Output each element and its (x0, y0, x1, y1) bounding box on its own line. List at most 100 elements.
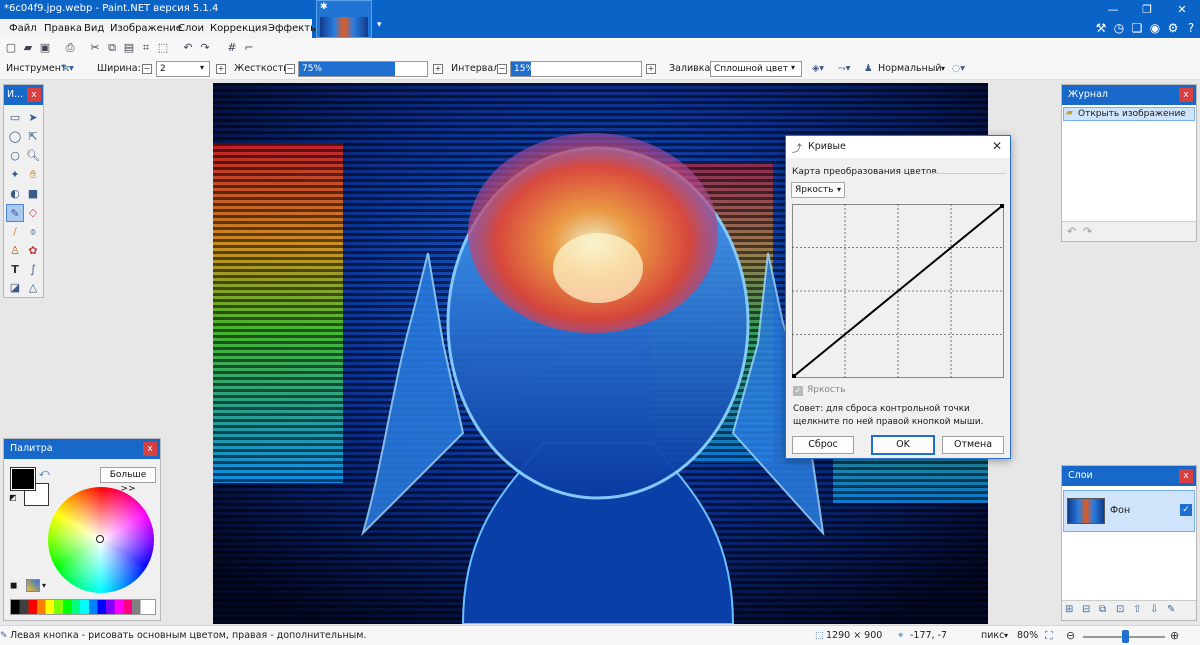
brush-tool-icon[interactable]: ✎▾ (61, 58, 74, 80)
eraser-icon[interactable]: ◇ (24, 204, 42, 222)
gradient-icon[interactable]: ■ (24, 185, 42, 203)
merge-layer-icon[interactable]: ⊡ (1116, 604, 1124, 615)
menu-image[interactable]: Изображение (110, 19, 182, 38)
palette-panel-close-icon[interactable]: x (143, 442, 157, 456)
menu-layers[interactable]: Слои (178, 19, 204, 38)
open-folder-icon[interactable]: ▰ (20, 40, 36, 56)
history-undo-icon[interactable]: ↶ (1067, 225, 1076, 238)
line-curve-icon[interactable]: ∫ (24, 261, 42, 279)
new-file-icon[interactable]: ▢ (3, 40, 19, 56)
zoom-in-icon[interactable]: ⊕ (1170, 626, 1179, 645)
palette-default-icon[interactable]: ◼ (10, 581, 17, 591)
deselect-icon[interactable]: ⬚ (155, 40, 171, 56)
rectangle-select-icon[interactable]: ▭ (6, 109, 24, 127)
redo-icon[interactable]: ↷ (197, 40, 213, 56)
layer-properties-icon[interactable]: ✎ (1167, 604, 1175, 615)
save-icon[interactable]: ▣ (37, 40, 53, 56)
interval-slider[interactable]: 15% (510, 61, 642, 77)
history-item[interactable]: ▰ Открыть изображение (1063, 107, 1195, 121)
curves-mode-select[interactable]: Яркость ▾ (791, 182, 845, 198)
zoom-slider-thumb[interactable] (1122, 630, 1129, 643)
selection-mode-icon[interactable]: ◌▾ (952, 58, 965, 80)
crop-icon[interactable]: ⌗ (138, 40, 154, 56)
alpha-blend-icon[interactable]: ⤳▾ (838, 58, 850, 80)
print-icon[interactable]: ⎙ (62, 40, 78, 56)
interval-increase-button[interactable]: + (646, 64, 656, 74)
history-toggle-icon[interactable]: ◷ (1110, 19, 1128, 37)
add-layer-icon[interactable]: ⊞ (1065, 604, 1073, 615)
hardness-increase-button[interactable]: + (433, 64, 443, 74)
undo-icon[interactable]: ↶ (180, 40, 196, 56)
ruler-icon[interactable]: ⌐ (241, 40, 257, 56)
layers-toggle-icon[interactable]: ❏ (1128, 19, 1146, 37)
settings-gear-icon[interactable]: ⚙ (1164, 19, 1182, 37)
image-tab-thumbnail[interactable]: ✱ (316, 0, 372, 38)
curves-graph[interactable] (792, 204, 1004, 378)
fill-select[interactable]: Сплошной цвет (710, 61, 802, 77)
move-selected-icon[interactable]: ➤ (24, 109, 42, 127)
luminosity-checkbox[interactable]: ✓ (793, 386, 803, 396)
width-increase-button[interactable]: + (216, 64, 226, 74)
paste-icon[interactable]: ▤ (121, 40, 137, 56)
menu-edit[interactable]: Правка (44, 19, 82, 38)
color-picker-icon[interactable]: ⌽ (24, 223, 42, 241)
magic-wand-icon[interactable]: ✦ (6, 166, 24, 184)
color-wheel[interactable] (48, 487, 154, 593)
pan-hand-icon[interactable]: ✋︎ (24, 166, 42, 184)
menu-effects[interactable]: Эффекты (268, 19, 318, 38)
lasso-select-icon[interactable]: ◯ (6, 128, 24, 146)
tools-toggle-icon[interactable]: ⚒ (1092, 19, 1110, 37)
tab-settings-icon[interactable]: ✱ (320, 2, 328, 12)
move-layer-up-icon[interactable]: ⇧ (1133, 604, 1141, 615)
width-dropdown-icon[interactable]: ▾ (200, 63, 204, 72)
menu-adjustments[interactable]: Коррекция (210, 19, 267, 38)
zoom-out-icon[interactable]: ⊖ (1066, 626, 1075, 645)
maximize-button[interactable]: ❐ (1130, 0, 1164, 19)
move-selection-icon[interactable]: ⇱ (24, 128, 42, 146)
delete-layer-icon[interactable]: ⊟ (1082, 604, 1090, 615)
text-tool-icon[interactable]: T (6, 261, 24, 279)
hardness-decrease-button[interactable]: − (285, 64, 295, 74)
units-dropdown-icon[interactable]: ▾ (1004, 626, 1008, 645)
reset-colors-icon[interactable]: ◩ (9, 493, 17, 502)
minimize-button[interactable]: — (1096, 0, 1130, 19)
pencil-icon[interactable]: / (6, 223, 24, 241)
layer-row[interactable]: Фон ✓ (1063, 490, 1195, 532)
more-colors-button[interactable]: Больше >> (100, 467, 156, 494)
copy-icon[interactable]: ⧉ (104, 40, 120, 56)
duplicate-layer-icon[interactable]: ⧉ (1099, 604, 1106, 615)
blend-mode-select[interactable]: Нормальный (878, 58, 942, 80)
color-wheel-cursor[interactable] (96, 535, 104, 543)
width-decrease-button[interactable]: − (142, 64, 152, 74)
tools-panel-close-icon[interactable]: x (27, 88, 41, 102)
antialias-icon[interactable]: ◈▾ (812, 58, 824, 80)
units-select[interactable]: пикс (981, 626, 1004, 645)
history-panel-close-icon[interactable]: x (1179, 88, 1193, 102)
cut-icon[interactable]: ✂ (87, 40, 103, 56)
ellipse-select-icon[interactable]: ○ (6, 147, 24, 165)
cancel-button[interactable]: Отмена (942, 436, 1004, 454)
ok-button[interactable]: OK (871, 435, 935, 455)
grid-icon[interactable]: # (224, 40, 240, 56)
hardness-slider[interactable]: 75% (298, 61, 428, 77)
curves-dialog-close-icon[interactable]: ✕ (992, 139, 1002, 153)
primary-color-swatch[interactable] (10, 467, 36, 491)
history-redo-icon[interactable]: ↷ (1083, 225, 1092, 238)
menu-view[interactable]: Вид (84, 19, 104, 38)
paint-bucket-icon[interactable]: ◐ (6, 185, 24, 203)
swap-colors-icon[interactable]: ⤺ (39, 468, 50, 479)
layer-visibility-checkbox[interactable]: ✓ (1180, 504, 1192, 516)
clone-stamp-icon[interactable]: ♙ (6, 242, 24, 260)
blend-dropdown-icon[interactable]: ▾ (941, 58, 945, 80)
help-icon[interactable]: ? (1182, 19, 1200, 37)
shapes-icon[interactable]: ◪ (6, 279, 24, 297)
zoom-icon[interactable]: 🔍︎ (24, 147, 42, 165)
menu-file[interactable]: Файл (9, 19, 37, 38)
shapes-dropdown-icon[interactable]: △ (24, 279, 42, 297)
palette-menu-icon[interactable] (26, 579, 40, 592)
zoom-value[interactable]: 80% (1017, 626, 1038, 645)
close-button[interactable]: ✕ (1164, 0, 1200, 19)
zoom-fit-icon[interactable]: ⛶ (1045, 626, 1053, 645)
recolor-icon[interactable]: ✿ (24, 242, 42, 260)
palette-toggle-icon[interactable]: ◉ (1146, 19, 1164, 37)
